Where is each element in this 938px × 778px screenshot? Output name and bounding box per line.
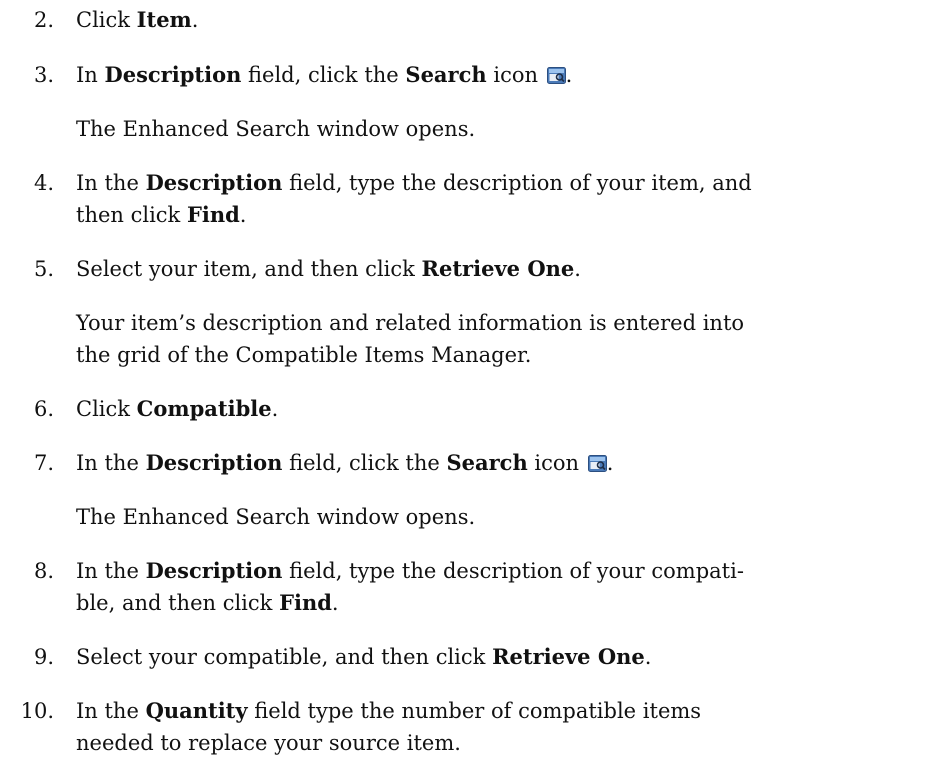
step-number: 5. [33,257,54,281]
step-text: In the Quantity field type the number of… [76,698,702,724]
step-number: 9. [33,645,54,669]
step-text: In the Description field, click the Sear… [76,450,614,476]
step-number: 2. [33,8,54,32]
step-number: 6. [33,397,54,421]
step-number: 3. [33,63,54,87]
step-text: In Description field, click the Search i… [76,62,573,88]
note-text: The Enhanced Search window opens. [76,117,476,141]
step-number: 4. [33,171,54,195]
document-page: 2. Click Item. 3. In Description field, … [0,0,938,778]
step-text: Click Item. [76,7,199,33]
step-4-continuation: then click Find. [76,202,247,228]
search-icon [587,455,607,472]
step-number: 8. [33,559,54,583]
step-text: In the Description field, type the descr… [76,170,752,196]
note-text: Your item’s description and related info… [76,311,745,335]
note-text: The Enhanced Search window opens. [76,505,476,529]
step-text: Select your item, and then click Retriev… [76,256,581,282]
step-10-continuation: needed to replace your source item. [76,731,461,755]
step-text: Click Compatible. [76,396,279,422]
step-8-continuation: ble, and then click Find. [76,590,339,616]
step-text: In the Description field, type the descr… [76,558,744,584]
search-icon [546,67,566,84]
step-number: 10. [20,699,54,723]
step-number: 7. [33,451,54,475]
step-text: Select your compatible, and then click R… [76,644,652,670]
note-text-continuation: the grid of the Compatible Items Manager… [76,343,532,367]
